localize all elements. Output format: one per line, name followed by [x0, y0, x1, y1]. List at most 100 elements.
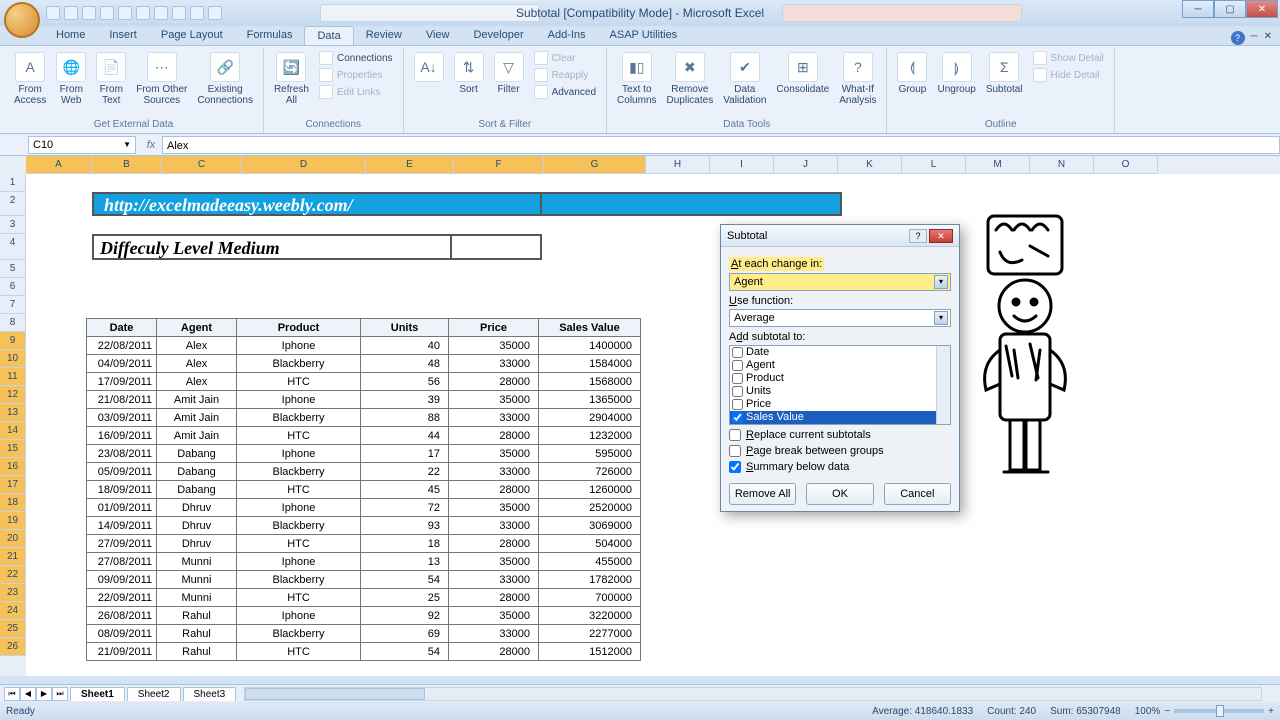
- qat-item-icon[interactable]: [172, 6, 186, 20]
- table-cell[interactable]: Iphone: [237, 337, 361, 355]
- table-cell[interactable]: 35000: [449, 337, 539, 355]
- remove-all-button[interactable]: Remove All: [729, 483, 796, 505]
- table-cell[interactable]: 1782000: [539, 571, 641, 589]
- row-header-16[interactable]: 16: [0, 458, 26, 476]
- table-cell[interactable]: 1365000: [539, 391, 641, 409]
- table-row[interactable]: 09/09/2011MunniBlackberry54330001782000: [87, 571, 641, 589]
- table-cell[interactable]: 35000: [449, 445, 539, 463]
- qat-item-icon[interactable]: [208, 6, 222, 20]
- zoom-in-icon[interactable]: +: [1268, 706, 1274, 717]
- ribbon-tab-view[interactable]: View: [414, 26, 462, 45]
- subtotal-button[interactable]: ΣSubtotal: [982, 50, 1027, 97]
- remove-duplicates-button[interactable]: ✖Remove Duplicates: [663, 50, 718, 108]
- horizontal-scrollbar[interactable]: [244, 687, 1262, 701]
- table-cell[interactable]: 40: [361, 337, 449, 355]
- table-row[interactable]: 16/09/2011Amit JainHTC44280001232000: [87, 427, 641, 445]
- table-cell[interactable]: 1232000: [539, 427, 641, 445]
- col-header-D[interactable]: D: [242, 156, 366, 174]
- qat-item-icon[interactable]: [118, 6, 132, 20]
- table-cell[interactable]: 08/09/2011: [87, 625, 157, 643]
- table-cell[interactable]: Rahul: [157, 607, 237, 625]
- scrollbar[interactable]: [936, 346, 950, 424]
- table-cell[interactable]: Blackberry: [237, 571, 361, 589]
- table-cell[interactable]: 18: [361, 535, 449, 553]
- table-cell[interactable]: 35000: [449, 553, 539, 571]
- table-cell[interactable]: Dabang: [157, 481, 237, 499]
- table-cell[interactable]: 1260000: [539, 481, 641, 499]
- qat-item-icon[interactable]: [136, 6, 150, 20]
- table-cell[interactable]: Dhruv: [157, 499, 237, 517]
- row-header-10[interactable]: 10: [0, 350, 26, 368]
- table-cell[interactable]: 595000: [539, 445, 641, 463]
- table-cell[interactable]: 3069000: [539, 517, 641, 535]
- dialog-titlebar[interactable]: Subtotal ? ✕: [721, 225, 959, 247]
- row-header-15[interactable]: 15: [0, 440, 26, 458]
- table-cell[interactable]: 33000: [449, 409, 539, 427]
- ribbon-tab-add-ins[interactable]: Add-Ins: [536, 26, 598, 45]
- subtotal-field-item[interactable]: Agent: [730, 359, 950, 372]
- table-cell[interactable]: Amit Jain: [157, 409, 237, 427]
- formula-input[interactable]: Alex: [162, 136, 1280, 154]
- ungroup-button[interactable]: ⟭Ungroup: [933, 50, 979, 97]
- table-cell[interactable]: 48: [361, 355, 449, 373]
- row-header-26[interactable]: 26: [0, 638, 26, 656]
- row-header-24[interactable]: 24: [0, 602, 26, 620]
- table-header[interactable]: Units: [361, 319, 449, 337]
- table-header[interactable]: Sales Value: [539, 319, 641, 337]
- col-header-B[interactable]: B: [92, 156, 162, 174]
- col-header-J[interactable]: J: [774, 156, 838, 174]
- table-cell[interactable]: 1568000: [539, 373, 641, 391]
- col-header-A[interactable]: A: [26, 156, 92, 174]
- table-cell[interactable]: Blackberry: [237, 463, 361, 481]
- checkbox[interactable]: [732, 399, 743, 410]
- table-row[interactable]: 27/08/2011MunniIphone1335000455000: [87, 553, 641, 571]
- table-cell[interactable]: 33000: [449, 625, 539, 643]
- table-cell[interactable]: 3220000: [539, 607, 641, 625]
- table-cell[interactable]: 93: [361, 517, 449, 535]
- subtotal-field-item[interactable]: Sales Value: [730, 411, 950, 424]
- table-cell[interactable]: 25: [361, 589, 449, 607]
- ribbon-minimize-icon[interactable]: ─: [1251, 31, 1258, 45]
- sheet-tab-sheet3[interactable]: Sheet3: [183, 687, 237, 701]
- table-row[interactable]: 18/09/2011DabangHTC45280001260000: [87, 481, 641, 499]
- row-header-8[interactable]: 8: [0, 314, 26, 332]
- col-header-L[interactable]: L: [902, 156, 966, 174]
- table-row[interactable]: 27/09/2011DhruvHTC1828000504000: [87, 535, 641, 553]
- table-cell[interactable]: HTC: [237, 535, 361, 553]
- table-cell[interactable]: Blackberry: [237, 517, 361, 535]
- table-cell[interactable]: 35000: [449, 499, 539, 517]
- table-cell[interactable]: Alex: [157, 373, 237, 391]
- ribbon-tab-page-layout[interactable]: Page Layout: [149, 26, 235, 45]
- table-cell[interactable]: Blackberry: [237, 355, 361, 373]
- chevron-down-icon[interactable]: ▾: [934, 311, 948, 325]
- row-header-17[interactable]: 17: [0, 476, 26, 494]
- table-cell[interactable]: Blackberry: [237, 409, 361, 427]
- row-header-19[interactable]: 19: [0, 512, 26, 530]
- table-cell[interactable]: 33000: [449, 517, 539, 535]
- table-cell[interactable]: HTC: [237, 373, 361, 391]
- table-cell[interactable]: Iphone: [237, 445, 361, 463]
- table-cell[interactable]: 17/09/2011: [87, 373, 157, 391]
- row-header-1[interactable]: 1: [0, 174, 26, 192]
- table-cell[interactable]: 69: [361, 625, 449, 643]
- table-cell[interactable]: Iphone: [237, 499, 361, 517]
- table-row[interactable]: 22/09/2011MunniHTC2528000700000: [87, 589, 641, 607]
- ribbon-tab-insert[interactable]: Insert: [97, 26, 149, 45]
- group-button[interactable]: ⟬Group: [893, 50, 931, 97]
- row-header-12[interactable]: 12: [0, 386, 26, 404]
- table-cell[interactable]: Blackberry: [237, 625, 361, 643]
- table-cell[interactable]: Iphone: [237, 391, 361, 409]
- table-row[interactable]: 08/09/2011RahulBlackberry69330002277000: [87, 625, 641, 643]
- col-header-G[interactable]: G: [544, 156, 646, 174]
- sheet-tab-sheet1[interactable]: Sheet1: [70, 687, 125, 701]
- table-cell[interactable]: Rahul: [157, 625, 237, 643]
- table-cell[interactable]: 92: [361, 607, 449, 625]
- table-cell[interactable]: 2520000: [539, 499, 641, 517]
- table-cell[interactable]: 14/09/2011: [87, 517, 157, 535]
- checkbox[interactable]: [729, 445, 741, 457]
- table-cell[interactable]: 35000: [449, 391, 539, 409]
- col-header-N[interactable]: N: [1030, 156, 1094, 174]
- sheet-tab-sheet2[interactable]: Sheet2: [127, 687, 181, 701]
- table-cell[interactable]: 33000: [449, 355, 539, 373]
- table-row[interactable]: 17/09/2011AlexHTC56280001568000: [87, 373, 641, 391]
